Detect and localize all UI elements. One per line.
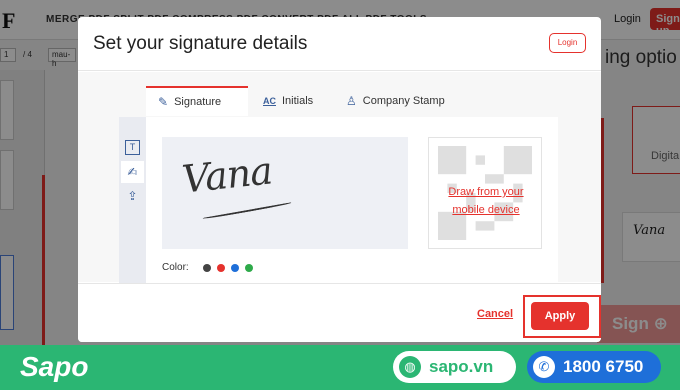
tab-company-stamp-label: Company Stamp [362, 95, 445, 107]
tab-signature-label: Signature [174, 96, 222, 108]
website-text: sapo.vn [429, 357, 494, 376]
cancel-button[interactable]: Cancel [477, 308, 513, 320]
modal-footer: Cancel Apply [78, 283, 601, 342]
phone-icon: ✆ [533, 356, 555, 378]
modal-title: Set your signature details [93, 33, 308, 54]
signature-tabs: ✎ Signature AC Initials ♙ Company Stamp [146, 86, 556, 116]
signature-content: Vana Draw from your mobile device Color: [146, 117, 558, 283]
qr-code-box[interactable]: Draw from your mobile device [428, 137, 542, 249]
modal-login-button[interactable]: Login [549, 33, 586, 53]
sapo-banner: Sapo ◍ sapo.vn ✆ 1800 6750 [0, 345, 680, 390]
modal-body: ✎ Signature AC Initials ♙ Company Stamp … [78, 72, 601, 283]
color-label: Color: [162, 262, 189, 273]
pen-icon: ✎ [158, 95, 169, 109]
color-picker: Color: [162, 262, 253, 273]
tab-initials-label: Initials [282, 95, 314, 107]
color-swatch-green[interactable] [244, 263, 253, 272]
phone-pill[interactable]: ✆ 1800 6750 [527, 351, 661, 383]
apply-highlight: Apply [523, 295, 601, 338]
tab-initials[interactable]: AC Initials [263, 86, 313, 116]
upload-tool-icon[interactable]: ⇪ [125, 189, 140, 204]
color-swatch-red[interactable] [216, 263, 225, 272]
drawn-signature: Vana [179, 148, 274, 202]
color-swatch-blue[interactable] [230, 263, 239, 272]
tab-signature[interactable]: ✎ Signature [146, 86, 248, 116]
draw-tool-icon[interactable]: ✍ [121, 161, 144, 183]
initials-icon: AC [263, 96, 276, 106]
phone-text: 1800 6750 [563, 357, 644, 376]
modal-header: Set your signature details Login [78, 17, 601, 71]
draw-from-mobile-link[interactable]: Draw from your mobile device [441, 183, 531, 219]
signature-tools-sidebar: T ✍ ⇪ [119, 117, 146, 283]
signature-drawing-area[interactable]: Vana [162, 137, 408, 249]
color-swatch-black[interactable] [202, 263, 211, 272]
stamp-icon: ♙ [346, 94, 357, 108]
website-pill[interactable]: ◍ sapo.vn [393, 351, 516, 383]
globe-icon: ◍ [399, 356, 421, 378]
signature-swoosh [202, 201, 292, 220]
signature-details-modal: Set your signature details Login ✎ Signa… [78, 17, 601, 342]
sapo-logo: Sapo [20, 351, 89, 382]
apply-button[interactable]: Apply [531, 302, 589, 330]
tab-company-stamp[interactable]: ♙ Company Stamp [346, 86, 445, 116]
text-tool-icon[interactable]: T [125, 140, 140, 155]
